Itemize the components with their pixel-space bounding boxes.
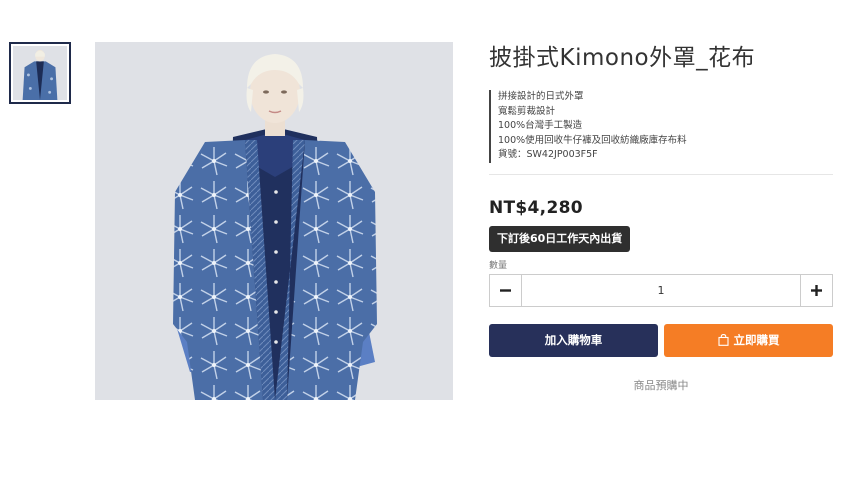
- feature-item: 拼接設計的日式外罩: [489, 90, 833, 105]
- buy-now-label: 立即購買: [733, 333, 780, 347]
- minus-icon: [500, 288, 511, 292]
- product-main-image: [95, 42, 453, 400]
- divider: [489, 173, 833, 175]
- quantity-decrease-button[interactable]: [490, 274, 522, 306]
- add-to-cart-button[interactable]: 加入購物車: [489, 323, 658, 357]
- plus-icon: [811, 284, 822, 296]
- buy-now-button[interactable]: 立即購買: [664, 323, 833, 357]
- thumbnail-image: [13, 46, 67, 100]
- feature-item: 貨號：SW42JP003F5F: [489, 148, 833, 163]
- feature-item: 寬鬆剪裁設計: [489, 104, 833, 119]
- shipping-badge: 下訂後60日工作天內出貨: [489, 225, 631, 252]
- quantity-stepper: [489, 273, 833, 307]
- purchase-actions: 加入購物車 立即購買: [489, 323, 833, 357]
- feature-list: 拼接設計的日式外罩 寬鬆剪裁設計 100%台灣手工製造 100%使用回收牛仔褲及…: [489, 90, 833, 163]
- feature-item: 100%台灣手工製造: [489, 119, 833, 134]
- product-price: NT$4,280: [489, 197, 583, 218]
- add-to-cart-label: 加入購物車: [544, 333, 603, 347]
- model-kimono-image: [95, 42, 453, 400]
- quantity-input[interactable]: [522, 274, 800, 306]
- shopping-bag-icon: [717, 334, 729, 346]
- quantity-increase-button[interactable]: [800, 274, 832, 306]
- feature-item: 100%使用回收牛仔褲及回收紡織廠庫存布料: [489, 133, 833, 148]
- product-title: 披掛式Kimono外罩_花布: [489, 45, 756, 71]
- product-page: 披掛式Kimono外罩_花布 拼接設計的日式外罩 寬鬆剪裁設計 100%台灣手工…: [0, 0, 854, 482]
- product-thumbnail[interactable]: [9, 42, 71, 104]
- preorder-note: 商品預購中: [633, 378, 689, 392]
- product-info: 披掛式Kimono外罩_花布 拼接設計的日式外罩 寬鬆剪裁設計 100%台灣手工…: [489, 42, 833, 393]
- quantity-label: 數量: [489, 260, 508, 271]
